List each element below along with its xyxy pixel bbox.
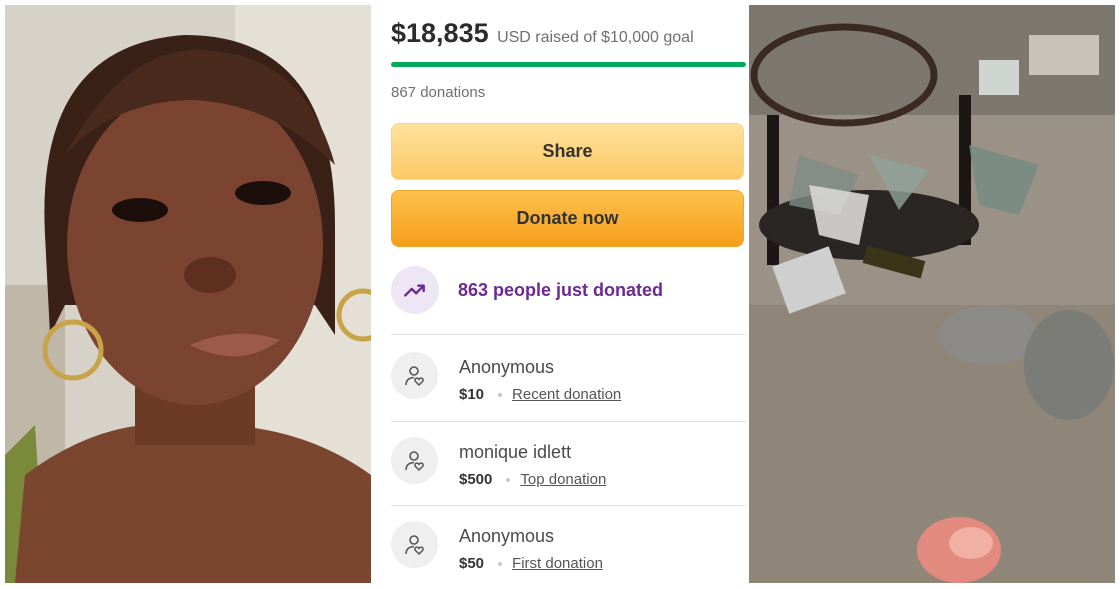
donate-now-button[interactable]: Donate now: [391, 190, 744, 247]
raised-summary: $18,835 USD raised of $10,000 goal: [391, 18, 694, 49]
share-button[interactable]: Share: [391, 123, 744, 180]
donor-name: Anonymous: [459, 526, 555, 546]
donation-amount: $10: [459, 386, 485, 403]
divider: [391, 334, 746, 335]
recent-donations-trend: 863 people just donated: [391, 266, 663, 314]
progress-fill: [391, 62, 746, 67]
donation-item[interactable]: Anonymous $10 Recent donation: [391, 336, 746, 420]
donation-amount: $500: [459, 471, 493, 488]
donation-tag-link[interactable]: Recent donation: [512, 386, 621, 403]
person-heart-icon: [391, 437, 438, 484]
raised-goal-text: USD raised of $10,000 goal: [497, 29, 694, 46]
donation-item[interactable]: monique idlett $500 Top donation: [391, 421, 746, 505]
person-heart-icon: [391, 352, 438, 399]
donor-name: monique idlett: [459, 442, 572, 462]
damaged-room-photo: [749, 5, 1115, 583]
donation-item[interactable]: Anonymous $50 First donation: [391, 505, 746, 589]
donor-name: Anonymous: [459, 357, 555, 377]
donation-amount: $50: [459, 555, 485, 572]
donation-tag-link[interactable]: First donation: [512, 555, 603, 572]
raised-amount: $18,835: [391, 18, 489, 48]
separator-dot: [498, 393, 503, 398]
fundraiser-panel: $18,835 USD raised of $10,000 goal 867 d…: [375, 0, 746, 588]
progress-bar: [391, 62, 746, 67]
donor-meta: $50 First donation: [459, 555, 603, 572]
donor-meta: $500 Top donation: [459, 471, 606, 488]
separator-dot: [498, 562, 503, 567]
trending-up-icon: [391, 266, 439, 314]
donor-meta: $10 Recent donation: [459, 386, 621, 403]
trend-text: 863 people just donated: [458, 279, 664, 300]
donation-tag-link[interactable]: Top donation: [520, 471, 606, 488]
separator-dot: [506, 478, 511, 483]
donation-count: 867 donations: [391, 84, 486, 101]
person-heart-icon: [391, 521, 438, 568]
woman-selfie-photo: [5, 5, 371, 583]
